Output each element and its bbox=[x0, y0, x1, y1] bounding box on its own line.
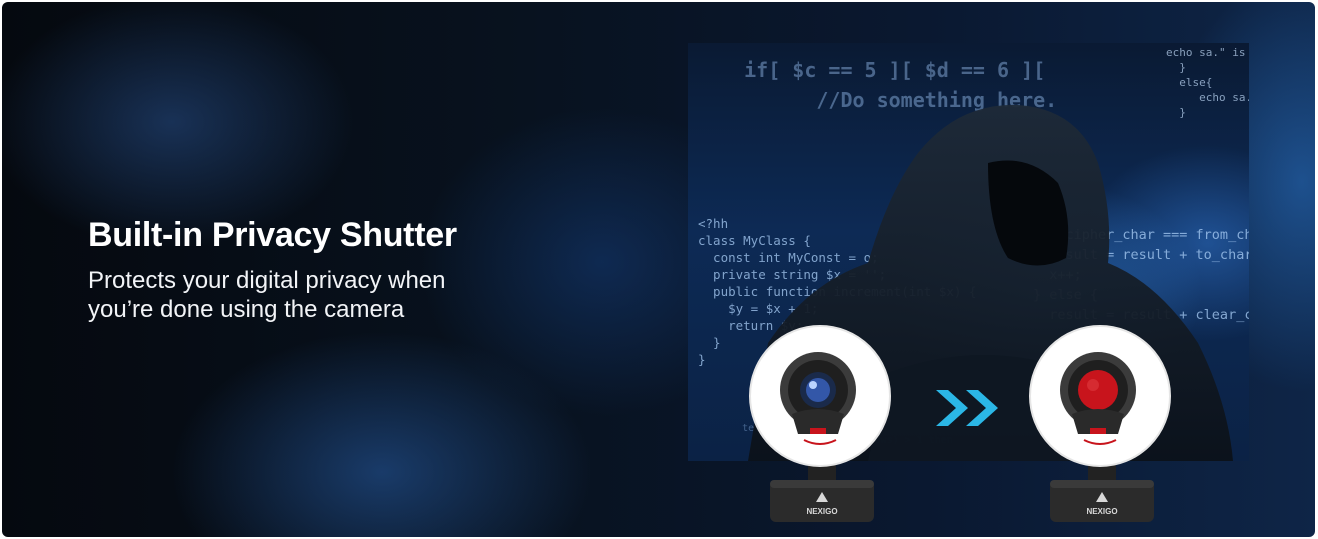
double-chevron-right-icon bbox=[936, 390, 998, 426]
product-banner: Built-in Privacy Shutter Protects your d… bbox=[2, 2, 1315, 537]
brand-label: NEXIGO bbox=[806, 507, 837, 516]
webcam-illustrations: NEXIGO NEXIGO bbox=[749, 325, 1171, 522]
webcam-shutter-closed: NEXIGO bbox=[1029, 325, 1171, 522]
brand-label: NEXIGO bbox=[1086, 507, 1117, 516]
webcam-shutter-open: NEXIGO bbox=[749, 325, 891, 522]
